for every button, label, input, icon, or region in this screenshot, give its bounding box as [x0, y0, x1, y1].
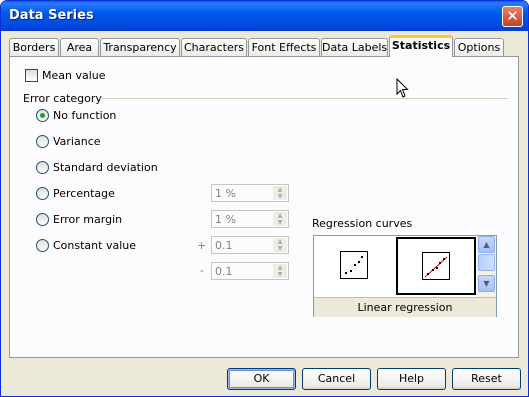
reset-button[interactable]: Reset	[452, 368, 521, 390]
no-function-radio[interactable]	[36, 109, 49, 122]
spin-up-icon[interactable]: ▲	[273, 186, 287, 193]
spin-down-icon[interactable]: ▼	[273, 219, 287, 226]
tab-borders[interactable]: Borders	[9, 38, 59, 56]
constant-value-radio[interactable]	[36, 239, 49, 252]
regression-curves-heading: Regression curves	[312, 217, 413, 230]
scroll-thumb[interactable]	[478, 254, 495, 271]
tab-font-effects[interactable]: Font Effects	[248, 38, 320, 56]
chevron-down-icon: ▼	[483, 279, 490, 288]
variance-radio[interactable]	[36, 135, 49, 148]
percentage-spinbox[interactable]: 1 % ▲ ▼	[211, 184, 289, 202]
error-margin-value: 1 %	[215, 213, 236, 226]
minus-sign: -	[200, 264, 204, 277]
close-button[interactable]: ✕	[502, 6, 523, 27]
help-button[interactable]: Help	[377, 368, 446, 390]
cancel-button[interactable]: Cancel	[302, 368, 371, 390]
tab-characters[interactable]: Characters	[181, 38, 247, 56]
scroll-down-button[interactable]: ▼	[478, 275, 495, 292]
constant-minus-spinbox[interactable]: 0.1 ▲ ▼	[211, 262, 289, 280]
regression-scrollbar[interactable]: ▲ ▼	[477, 236, 496, 297]
percentage-radio[interactable]	[36, 187, 49, 200]
constant-value-label: Constant value	[53, 239, 136, 252]
mean-value-checkbox[interactable]	[25, 69, 38, 82]
linear-regression-icon	[422, 252, 450, 280]
error-margin-label: Error margin	[53, 213, 123, 226]
data-series-dialog: Data Series ✕ Borders Area Transparency …	[0, 0, 529, 397]
title-bar[interactable]: Data Series ✕	[1, 1, 528, 31]
constant-minus-value: 0.1	[215, 265, 233, 278]
percentage-value: 1 %	[215, 187, 236, 200]
window-title: Data Series	[9, 8, 94, 23]
variance-label: Variance	[53, 135, 101, 148]
error-category-separator	[100, 98, 508, 99]
spin-up-icon[interactable]: ▲	[273, 212, 287, 219]
spin-down-icon[interactable]: ▼	[273, 271, 287, 278]
error-category-heading: Error category	[23, 92, 102, 105]
scroll-up-button[interactable]: ▲	[478, 236, 495, 253]
regression-selected-label: Linear regression	[314, 297, 496, 317]
tab-area[interactable]: Area	[60, 38, 99, 56]
tab-statistics[interactable]: Statistics	[389, 35, 453, 57]
standard-deviation-label: Standard deviation	[53, 161, 158, 174]
tab-options[interactable]: Options	[454, 38, 504, 56]
error-margin-radio[interactable]	[36, 213, 49, 226]
standard-deviation-radio[interactable]	[36, 161, 49, 174]
spin-down-icon[interactable]: ▼	[273, 193, 287, 200]
close-icon: ✕	[506, 7, 519, 25]
mean-value-label: Mean value	[42, 69, 106, 82]
spin-down-icon[interactable]: ▼	[273, 245, 287, 252]
mouse-cursor-icon	[396, 77, 409, 102]
chevron-up-icon: ▲	[483, 240, 490, 249]
regression-curves-selector[interactable]: ▲ ▼ Linear regression	[313, 235, 497, 317]
percentage-label: Percentage	[53, 187, 115, 200]
no-function-label: No function	[53, 109, 117, 122]
ok-button[interactable]: OK	[227, 368, 296, 390]
spin-up-icon[interactable]: ▲	[273, 238, 287, 245]
constant-plus-spinbox[interactable]: 0.1 ▲ ▼	[211, 236, 289, 254]
statistics-panel: Mean value Error category No function Va…	[9, 56, 519, 358]
linear-regression-option[interactable]	[396, 237, 476, 295]
spin-up-icon[interactable]: ▲	[273, 264, 287, 271]
plus-sign: +	[197, 239, 207, 252]
error-margin-spinbox[interactable]: 1 % ▲ ▼	[211, 210, 289, 228]
scatter-no-regression-icon[interactable]	[340, 251, 368, 279]
tab-transparency[interactable]: Transparency	[100, 38, 180, 56]
tab-data-labels[interactable]: Data Labels	[321, 38, 388, 56]
constant-plus-value: 0.1	[215, 239, 233, 252]
